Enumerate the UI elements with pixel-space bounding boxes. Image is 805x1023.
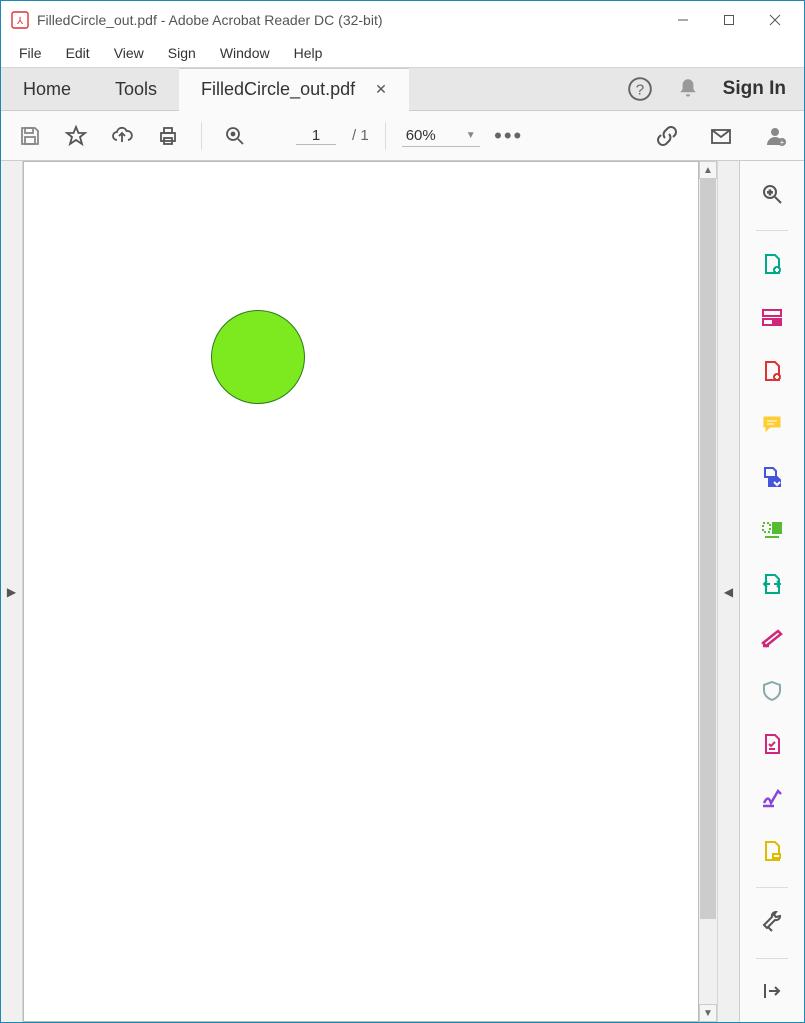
divider	[756, 230, 788, 231]
help-icon[interactable]: ?	[627, 76, 653, 102]
app-icon: ⅄	[11, 11, 29, 29]
tools-sidepanel: +	[739, 161, 804, 1022]
tabbar: Home Tools FilledCircle_out.pdf ✕ ? Sign…	[1, 67, 804, 111]
collapse-icon[interactable]	[752, 973, 792, 1010]
filled-circle-shape	[211, 310, 305, 404]
sign-in-button[interactable]: Sign In	[723, 78, 786, 100]
vertical-scrollbar[interactable]: ▲ ▼	[699, 161, 717, 1022]
more-tools-icon[interactable]	[752, 902, 792, 939]
left-nav-pane-toggle[interactable]: ▶	[1, 161, 23, 1022]
minimize-button[interactable]	[660, 5, 706, 35]
divider	[756, 887, 788, 888]
window-title: FilledCircle_out.pdf - Adobe Acrobat Rea…	[37, 12, 383, 28]
svg-text:?: ?	[635, 81, 643, 98]
menu-help[interactable]: Help	[284, 43, 333, 63]
fill-sign-icon[interactable]	[752, 725, 792, 762]
tab-tools-label: Tools	[115, 79, 157, 100]
scroll-thumb[interactable]	[700, 179, 716, 919]
chevron-down-icon: ▼	[466, 130, 476, 141]
email-icon[interactable]	[704, 119, 738, 153]
profile-icon[interactable]: +	[758, 119, 792, 153]
organize-icon[interactable]	[752, 512, 792, 549]
sign-icon[interactable]	[752, 779, 792, 816]
content-area: ▶ ▲ ▼ ◀ +	[1, 161, 804, 1022]
tab-tools[interactable]: Tools	[93, 68, 179, 110]
combine-icon[interactable]	[752, 459, 792, 496]
zoom-dropdown[interactable]: 60% ▼	[402, 125, 480, 147]
menu-file[interactable]: File	[9, 43, 52, 63]
divider	[756, 958, 788, 959]
export-pdf-icon[interactable]	[752, 245, 792, 282]
page-number-input[interactable]	[296, 127, 336, 145]
separator	[201, 122, 202, 150]
maximize-button[interactable]	[706, 5, 752, 35]
pdf-page	[23, 161, 699, 1022]
menu-edit[interactable]: Edit	[56, 43, 100, 63]
more-options-icon[interactable]: •••	[492, 119, 526, 153]
redact-icon[interactable]	[752, 619, 792, 656]
send-comments-icon[interactable]	[752, 832, 792, 869]
save-icon[interactable]	[13, 119, 47, 153]
tab-close-icon[interactable]: ✕	[375, 81, 387, 98]
menu-sign[interactable]: Sign	[158, 43, 206, 63]
edit-pdf-icon[interactable]	[752, 299, 792, 336]
scroll-down-icon[interactable]: ▼	[699, 1004, 717, 1022]
svg-text:+: +	[768, 188, 773, 197]
menu-window[interactable]: Window	[210, 43, 280, 63]
chevron-left-icon: ◀	[724, 585, 733, 599]
page-total-label: / 1	[352, 127, 369, 144]
tab-home-label: Home	[23, 79, 71, 100]
scroll-up-icon[interactable]: ▲	[699, 161, 717, 179]
svg-text:+: +	[780, 138, 785, 147]
compress-icon[interactable]	[752, 565, 792, 602]
tab-home[interactable]: Home	[1, 68, 93, 110]
menu-view[interactable]: View	[104, 43, 154, 63]
print-icon[interactable]	[151, 119, 185, 153]
create-pdf-icon[interactable]	[752, 352, 792, 389]
svg-text:⅄: ⅄	[16, 16, 24, 27]
titlebar: ⅄ FilledCircle_out.pdf - Adobe Acrobat R…	[1, 1, 804, 39]
comment-icon[interactable]	[752, 405, 792, 442]
zoom-value: 60%	[406, 127, 436, 144]
find-icon[interactable]	[218, 119, 252, 153]
right-pane-toggle[interactable]: ◀	[717, 161, 739, 1022]
document-area[interactable]: ▲ ▼	[23, 161, 717, 1022]
notifications-icon[interactable]	[675, 76, 701, 102]
toolbar: / 1 60% ▼ ••• +	[1, 111, 804, 161]
search-icon[interactable]: +	[752, 175, 792, 212]
separator	[385, 122, 386, 150]
tab-document[interactable]: FilledCircle_out.pdf ✕	[179, 68, 409, 111]
menubar: File Edit View Sign Window Help	[1, 39, 804, 67]
cloud-upload-icon[interactable]	[105, 119, 139, 153]
protect-icon[interactable]	[752, 672, 792, 709]
close-button[interactable]	[752, 5, 798, 35]
star-icon[interactable]	[59, 119, 93, 153]
share-link-icon[interactable]	[650, 119, 684, 153]
chevron-right-icon: ▶	[7, 585, 16, 599]
tab-document-label: FilledCircle_out.pdf	[201, 79, 355, 100]
